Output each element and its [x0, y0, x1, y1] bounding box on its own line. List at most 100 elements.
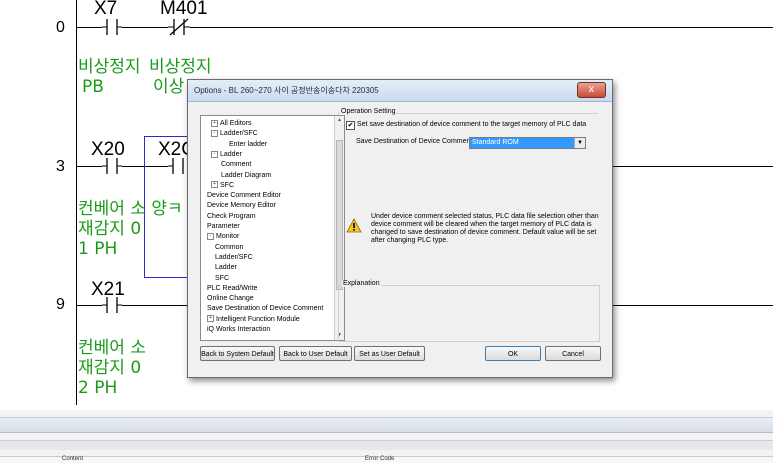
set-as-user-default-button[interactable]: Set as User Default: [354, 346, 425, 361]
close-button[interactable]: x: [577, 82, 606, 98]
tree-item[interactable]: Device Memory Editor: [207, 201, 276, 210]
tree-item[interactable]: - Ladder: [211, 150, 242, 159]
chevron-down-icon[interactable]: ▼: [574, 138, 585, 148]
tree-item-label: Save Destination of Device Comment: [207, 305, 324, 313]
ok-button[interactable]: OK: [485, 346, 541, 361]
comment-line: 2 PH: [78, 378, 118, 398]
step-number: 9: [56, 296, 65, 313]
tree-item-label: Ladder Diagram: [221, 171, 272, 179]
bottom-panel-area: Content Error Code: [0, 410, 773, 463]
dialog-titlebar[interactable]: Options - BL 260~270 사이 공정반송이송다차 220305 …: [188, 80, 612, 102]
options-dialog[interactable]: Options - BL 260~270 사이 공정반송이송다차 220305 …: [187, 79, 613, 378]
step-number: 3: [56, 158, 65, 175]
comment-line: PB: [82, 77, 104, 97]
tree-item-label: Parameter: [207, 223, 240, 230]
back-to-system-default-button[interactable]: Back to System Default: [200, 346, 275, 361]
tree-item-label: Device Memory Editor: [207, 202, 276, 210]
contact-no-x20[interactable]: [102, 157, 122, 175]
warning-line: changed to save destination of device co…: [371, 229, 597, 236]
device-m401[interactable]: M401: [160, 0, 208, 20]
tree-item-label: Common: [215, 243, 244, 251]
error-list-header: Content Error Code: [0, 456, 773, 463]
comment-line: 비상정지: [149, 57, 212, 77]
splitter-bar[interactable]: [0, 440, 773, 450]
comment-line: 재감지 0: [78, 219, 142, 239]
tree-item[interactable]: Comment: [221, 160, 251, 169]
step-number: 0: [56, 19, 65, 36]
options-tree[interactable]: ▲ ▼ + All Editors - Ladder/SFC Enter ladder -…: [200, 115, 345, 341]
close-icon: x: [588, 84, 595, 95]
tree-item[interactable]: SFC: [215, 274, 229, 283]
tree-item[interactable]: iQ Works Interaction: [207, 325, 270, 334]
tree-item-label: SFC: [220, 181, 234, 189]
comment-x20: 컨베어 소 양ㅋ 재감지 0 1 PH: [78, 199, 183, 259]
destination-select-value: Standard ROM: [470, 138, 574, 148]
cancel-button[interactable]: Cancel: [545, 346, 601, 361]
expand-icon[interactable]: +: [207, 315, 214, 323]
collapse-icon[interactable]: -: [207, 232, 214, 240]
left-power-rail: [76, 0, 77, 405]
tree-item-label: Online Change: [207, 295, 254, 303]
tree-item[interactable]: Check Program: [207, 212, 256, 221]
tree-item-label: Intelligent Function Module: [216, 315, 300, 323]
tree-item-label: Ladder/SFC: [220, 130, 258, 138]
tree-item-label: Enter ladder: [229, 140, 268, 148]
device-x7[interactable]: X7: [94, 0, 117, 20]
tree-item-label: Check Program: [207, 212, 256, 220]
dialog-title: Options - BL 260~270 사이 공정반송이송다차 220305: [194, 86, 379, 95]
collapse-icon[interactable]: -: [211, 129, 218, 137]
column-header-content[interactable]: Content: [62, 456, 83, 462]
tree-item[interactable]: - Monitor: [207, 232, 239, 241]
tree-item[interactable]: Online Change: [207, 294, 254, 303]
tree-item[interactable]: + SFC: [211, 181, 234, 190]
tree-item-label: All Editors: [220, 120, 252, 127]
warning-message: Under device comment selected status, PL…: [371, 213, 599, 245]
comment-line: 비상정지: [78, 57, 141, 77]
tree-item-label: Ladder: [215, 264, 237, 272]
collapse-icon[interactable]: -: [211, 150, 218, 158]
splitter[interactable]: [0, 417, 773, 433]
tree-item[interactable]: Common: [215, 243, 243, 252]
tree-item-label: SFC: [215, 274, 229, 282]
tree-item[interactable]: Enter ladder: [229, 140, 267, 149]
tree-item-label: Monitor: [216, 233, 240, 241]
contact-no-x7[interactable]: [102, 18, 122, 36]
contact-nc-m401[interactable]: [168, 18, 190, 36]
comment-x21: 컨베어 소 재감지 0 2 PH: [78, 338, 146, 398]
tree-item-label: iQ Works Interaction: [207, 326, 271, 333]
tree-item[interactable]: Ladder: [215, 263, 237, 272]
comment-line: 컨베어 소: [78, 338, 146, 358]
comment-line: 1 PH: [78, 239, 118, 259]
tree-item-label: PLC Read/Write: [207, 284, 258, 292]
tree-item[interactable]: PLC Read/Write: [207, 284, 257, 293]
save-destination-checkbox[interactable]: ✔: [346, 121, 355, 130]
back-to-user-default-button[interactable]: Back to User Default: [279, 346, 352, 361]
explanation-label: Explanation: [342, 280, 381, 287]
comment-x7: 비상정지 PB: [78, 57, 141, 97]
tree-item[interactable]: Device Comment Editor: [207, 191, 281, 200]
comment-line: 컨베어 소 양ㅋ: [78, 199, 183, 219]
tree-item[interactable]: Ladder Diagram: [221, 171, 271, 180]
warning-icon: [346, 218, 362, 233]
tree-item[interactable]: + All Editors: [211, 119, 252, 128]
warning-line: device comment will be cleared when the …: [371, 221, 592, 228]
tree-item-label: Comment: [221, 161, 252, 169]
tree-item-label: Ladder: [220, 150, 242, 158]
tree-item[interactable]: + Intelligent Function Module: [207, 315, 300, 324]
expand-icon[interactable]: +: [211, 119, 218, 127]
warning-line: Under device comment selected status, PL…: [371, 213, 599, 220]
warning-line: after changing PLC type.: [371, 237, 449, 244]
column-header-error-code[interactable]: Error Code: [365, 456, 394, 462]
explanation-group: [338, 285, 600, 342]
contact-no-x21[interactable]: [102, 296, 122, 314]
expand-icon[interactable]: +: [211, 181, 218, 189]
tree-item-label: Ladder/SFC: [215, 253, 253, 261]
tree-item[interactable]: Parameter: [207, 222, 240, 231]
save-destination-checkbox-label[interactable]: Set save destination of device comment t…: [357, 121, 586, 128]
tree-item[interactable]: Ladder/SFC: [215, 253, 253, 262]
operation-setting-label: Operation Setting: [340, 108, 397, 115]
tree-item[interactable]: - Ladder/SFC: [211, 129, 258, 138]
tree-item-label: Device Comment Editor: [207, 192, 281, 200]
destination-select[interactable]: Standard ROM ▼: [469, 137, 586, 149]
tree-item[interactable]: Save Destination of Device Comment: [207, 304, 323, 313]
